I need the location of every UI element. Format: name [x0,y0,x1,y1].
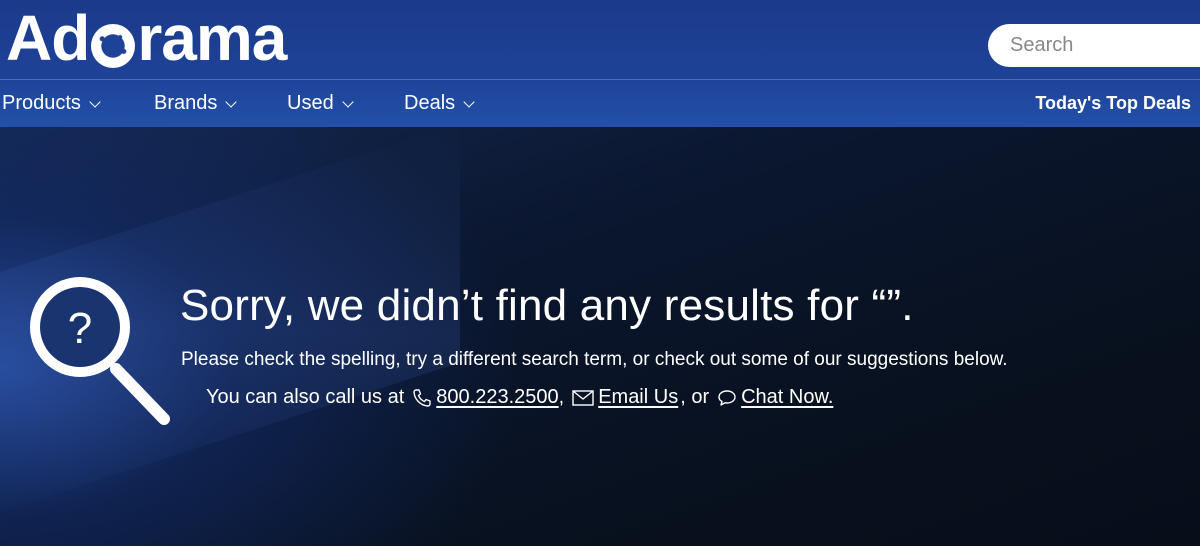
nav-item-label: Deals [404,92,456,114]
phone-link[interactable]: 800.223.2500 [436,386,558,409]
nav-item-used[interactable]: Used [287,80,354,127]
search-box[interactable] [988,24,1200,67]
logo-text-end: rama [137,2,287,74]
no-results-title: Sorry, we didn’t find any results for “”… [180,281,914,330]
chat-bubble-icon [717,389,737,407]
contact-sep: , [558,386,565,408]
logo-text-start: Ad [6,2,90,74]
nav-item-label: Products [2,92,81,114]
contact-sep: , or [680,386,710,408]
chevron-down-icon [89,95,101,108]
todays-top-deals-link[interactable]: Today's Top Deals [1035,80,1191,127]
nav-item-products[interactable]: Products [2,80,101,127]
adorama-logo[interactable]: Ad rama [6,2,287,74]
site-header: Adrama Products Brands Used Deals Today'… [0,0,1200,127]
magnifier-question-icon: ? [24,271,174,431]
nav-item-label: Brands [154,92,218,114]
envelope-icon [572,389,594,406]
search-input[interactable] [1010,34,1200,57]
logo-dotted-o-icon [91,24,136,68]
phone-icon [412,388,432,408]
no-results-subtitle: Please check the spelling, try a differe… [181,349,1008,370]
svg-text:?: ? [68,304,92,353]
contact-prefix: You can also call us at [206,386,405,408]
chat-now-link[interactable]: Chat Now. [741,386,833,409]
chevron-down-icon [342,95,354,108]
no-results-hero: ? Sorry, we didn’t find any results for … [0,127,1200,546]
chevron-down-icon [225,95,238,108]
nav-item-deals[interactable]: Deals [404,80,475,127]
chevron-down-icon [463,95,475,108]
contact-line: You can also call us at 800.223.2500 , E… [206,386,833,409]
nav-item-label: Used [287,92,334,114]
email-us-link[interactable]: Email Us [598,386,678,409]
nav-item-brands[interactable]: Brands [154,80,238,127]
main-nav: Products Brands Used Deals Today's Top D… [0,80,1200,127]
